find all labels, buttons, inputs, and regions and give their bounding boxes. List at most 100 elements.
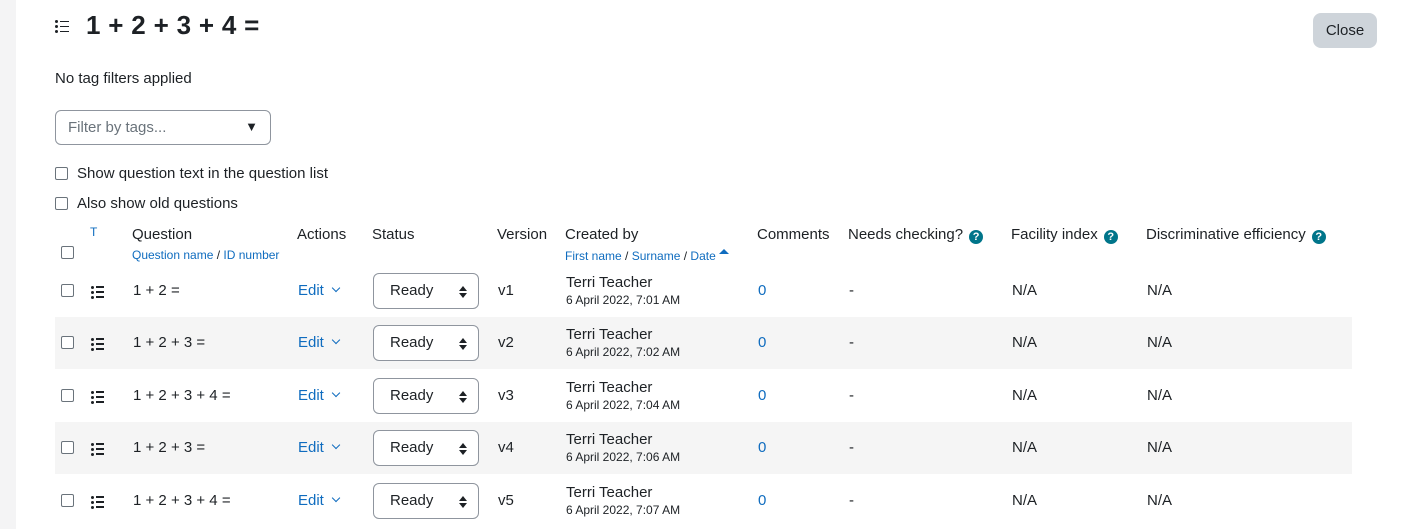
edit-menu-button[interactable]: Edit xyxy=(298,334,341,351)
sort-by-question-name-link[interactable]: Question name xyxy=(132,248,213,262)
created-date: 6 April 2022, 7:06 AM xyxy=(566,450,681,464)
created-date: 6 April 2022, 7:04 AM xyxy=(566,398,681,412)
question-name: 1 + 2 + 3 = xyxy=(133,334,206,351)
created-date: 6 April 2022, 7:02 AM xyxy=(566,345,681,359)
needs-checking-value: - xyxy=(849,439,854,456)
show-old-questions-checkbox[interactable] xyxy=(55,197,68,210)
select-arrows-icon xyxy=(459,496,467,508)
status-value: Ready xyxy=(390,387,434,404)
needs-checking-value: - xyxy=(849,387,854,404)
question-circle-icon[interactable]: ? xyxy=(1311,230,1326,244)
needs-checking-value: - xyxy=(849,334,854,351)
show-old-questions-label[interactable]: Also show old questions xyxy=(77,195,238,212)
column-needs-checking: Needs checking?? xyxy=(848,226,984,244)
question-circle-icon[interactable]: ? xyxy=(969,230,984,244)
version-label: v4 xyxy=(498,439,514,456)
row-select-checkbox[interactable] xyxy=(61,494,74,507)
created-by-sort-links: First name / Surname / Date xyxy=(565,249,729,263)
tag-filter-placeholder: Filter by tags... xyxy=(68,119,167,136)
select-arrows-icon xyxy=(459,338,467,350)
discriminative-efficiency-value: N/A xyxy=(1147,387,1173,404)
row-select-checkbox[interactable] xyxy=(61,441,74,454)
sort-by-id-number-link[interactable]: ID number xyxy=(223,248,279,262)
select-arrows-icon xyxy=(459,443,467,455)
select-arrows-icon xyxy=(459,286,467,298)
show-question-text-option: Show question text in the question list xyxy=(55,165,328,182)
select-arrows-icon xyxy=(459,391,467,403)
chevron-down-icon xyxy=(331,493,341,503)
needs-checking-value: - xyxy=(849,282,854,299)
comments-link[interactable]: 0 xyxy=(758,334,766,351)
sort-by-first-name-link[interactable]: First name xyxy=(565,249,622,263)
comments-link[interactable]: 0 xyxy=(758,492,766,509)
status-select[interactable]: Ready xyxy=(373,378,479,414)
status-select[interactable]: Ready xyxy=(373,430,479,466)
question-type-list-icon xyxy=(91,442,1388,494)
column-facility-index: Facility index? xyxy=(1011,226,1118,244)
column-version: Version xyxy=(497,226,548,243)
question-circle-icon[interactable]: ? xyxy=(1103,230,1118,244)
comments-link[interactable]: 0 xyxy=(758,387,766,404)
version-label: v1 xyxy=(498,282,514,299)
select-all-checkbox[interactable] xyxy=(61,246,74,259)
facility-index-value: N/A xyxy=(1012,334,1038,351)
row-select-checkbox[interactable] xyxy=(61,389,74,402)
question-history-page: 1 + 2 + 3 + 4 = Close No tag filters app… xyxy=(16,0,1404,529)
tag-filter-input[interactable]: Filter by tags... ▼ xyxy=(55,110,271,145)
column-actions: Actions xyxy=(297,226,347,243)
version-label: v5 xyxy=(498,492,514,509)
status-value: Ready xyxy=(390,492,434,509)
sort-by-surname-link[interactable]: Surname xyxy=(632,249,681,263)
question-type-list-icon xyxy=(91,337,1388,389)
question-name: 1 + 2 + 3 = xyxy=(133,439,206,456)
chevron-down-icon xyxy=(331,440,341,450)
question-name: 1 + 2 = xyxy=(133,282,180,299)
edit-menu-button[interactable]: Edit xyxy=(298,387,341,404)
show-old-questions-option: Also show old questions xyxy=(55,195,238,212)
facility-index-value: N/A xyxy=(1012,282,1038,299)
edit-menu-button[interactable]: Edit xyxy=(298,439,341,456)
edit-menu-button[interactable]: Edit xyxy=(298,492,341,509)
caret-down-icon[interactable]: ▼ xyxy=(245,119,258,134)
discriminative-efficiency-value: N/A xyxy=(1147,334,1173,351)
column-discriminative-efficiency: Discriminative efficiency? xyxy=(1146,226,1326,244)
question-type-list-icon xyxy=(91,285,1388,337)
page-title: 1 + 2 + 3 + 4 = xyxy=(86,10,260,40)
row-select-checkbox[interactable] xyxy=(61,336,74,349)
chevron-down-icon xyxy=(331,388,341,398)
chevron-down-icon xyxy=(331,283,341,293)
column-question: Question xyxy=(132,226,193,243)
comments-link[interactable]: 0 xyxy=(758,439,766,456)
comments-link[interactable]: 0 xyxy=(758,282,766,299)
question-type-list-icon xyxy=(91,495,1388,529)
creator-name: Terri Teacher xyxy=(566,326,653,343)
no-tag-filters-text: No tag filters applied xyxy=(55,70,192,87)
question-sort-links: Question name / ID number xyxy=(132,248,280,262)
status-select[interactable]: Ready xyxy=(373,483,479,519)
close-button[interactable]: Close xyxy=(1313,13,1377,48)
status-value: Ready xyxy=(390,282,434,299)
status-select[interactable]: Ready xyxy=(373,273,479,309)
status-value: Ready xyxy=(390,334,434,351)
column-status: Status xyxy=(372,226,415,243)
creator-name: Terri Teacher xyxy=(566,484,653,501)
show-question-text-label[interactable]: Show question text in the question list xyxy=(77,165,328,182)
status-select[interactable]: Ready xyxy=(373,325,479,361)
facility-index-value: N/A xyxy=(1012,492,1038,509)
discriminative-efficiency-value: N/A xyxy=(1147,439,1173,456)
question-name: 1 + 2 + 3 + 4 = xyxy=(133,492,231,509)
edit-menu-button[interactable]: Edit xyxy=(298,282,341,299)
row-select-checkbox[interactable] xyxy=(61,284,74,297)
facility-index-value: N/A xyxy=(1012,387,1038,404)
show-question-text-checkbox[interactable] xyxy=(55,167,68,180)
sort-by-date-link[interactable]: Date xyxy=(690,249,715,263)
facility-index-value: N/A xyxy=(1012,439,1038,456)
discriminative-efficiency-value: N/A xyxy=(1147,282,1173,299)
page-header: 1 + 2 + 3 + 4 = xyxy=(55,10,260,41)
sort-by-type-link[interactable]: T xyxy=(90,225,97,239)
version-label: v2 xyxy=(498,334,514,351)
version-label: v3 xyxy=(498,387,514,404)
sort-ascending-icon xyxy=(718,249,729,254)
question-name: 1 + 2 + 3 + 4 = xyxy=(133,387,231,404)
status-value: Ready xyxy=(390,439,434,456)
